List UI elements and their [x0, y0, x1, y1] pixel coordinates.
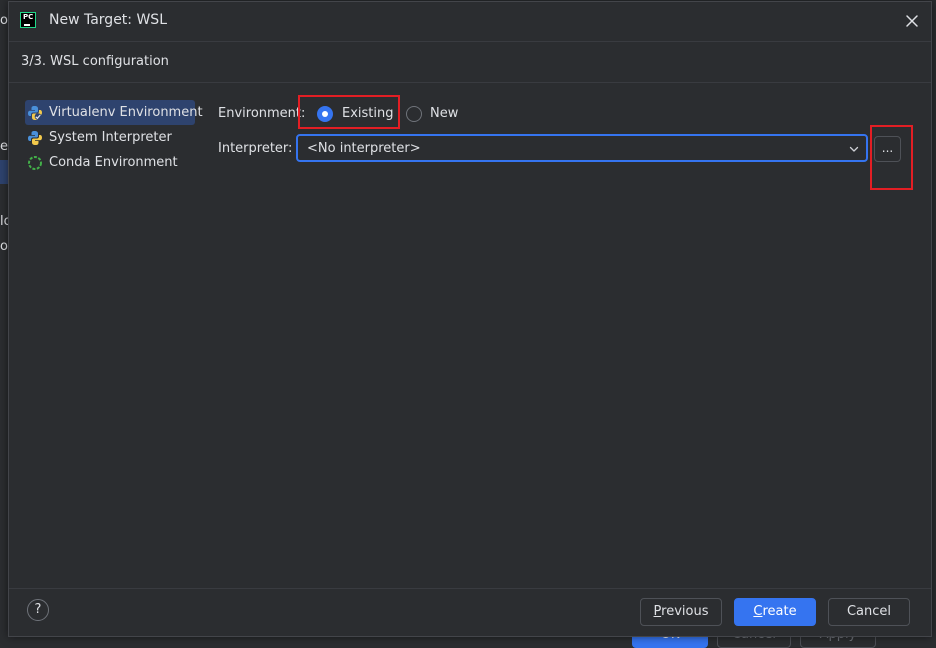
- existing-radio-label[interactable]: Existing: [342, 106, 394, 121]
- previous-button[interactable]: Previous: [640, 598, 722, 626]
- environment-label: Environment:: [218, 106, 306, 121]
- conda-icon: [27, 155, 43, 171]
- new-radio[interactable]: [406, 106, 422, 122]
- window-title: New Target: WSL: [49, 12, 167, 28]
- python-icon: [27, 130, 43, 146]
- interpreter-select[interactable]: <No interpreter>: [296, 134, 868, 162]
- dialog-footer: ? Previous Create Cancel: [9, 588, 931, 636]
- background-text-fragment: o: [0, 13, 8, 28]
- background-text-fragment: o: [0, 239, 8, 254]
- chevron-down-icon: [848, 143, 860, 155]
- background-selected-item: [0, 160, 8, 184]
- interpreter-label: Interpreter:: [218, 141, 293, 156]
- new-radio-label[interactable]: New: [430, 106, 458, 121]
- step-title: 3/3. WSL configuration: [21, 54, 169, 69]
- env-item-conda[interactable]: Conda Environment: [25, 150, 195, 175]
- env-item-label: Virtualenv Environment: [49, 105, 203, 120]
- env-item-label: System Interpreter: [49, 130, 172, 145]
- cancel-button[interactable]: Cancel: [828, 598, 910, 626]
- close-icon: [906, 15, 918, 27]
- create-label-rest: reate: [762, 604, 797, 619]
- create-button[interactable]: Create: [734, 598, 816, 626]
- logo-text: PC: [23, 13, 34, 21]
- virtualenv-icon: [27, 105, 43, 121]
- step-header: 3/3. WSL configuration: [9, 41, 931, 83]
- previous-label-rest: revious: [661, 604, 709, 619]
- existing-radio[interactable]: [317, 106, 333, 122]
- help-button[interactable]: ?: [27, 599, 49, 621]
- close-button[interactable]: [902, 11, 922, 31]
- env-item-label: Conda Environment: [49, 155, 178, 170]
- env-item-system-interpreter[interactable]: System Interpreter: [25, 125, 195, 150]
- title-bar[interactable]: PC New Target: WSL: [9, 2, 931, 40]
- env-item-virtualenv[interactable]: Virtualenv Environment: [25, 100, 203, 125]
- environment-type-list: Virtualenv Environment System Interprete…: [25, 100, 203, 175]
- previous-mnemonic: P: [653, 604, 662, 619]
- pycharm-logo-icon: PC: [20, 12, 36, 28]
- interpreter-select-value: <No interpreter>: [307, 141, 421, 156]
- new-target-dialog: PC New Target: WSL 3/3. WSL configuratio…: [8, 1, 932, 637]
- browse-interpreter-button[interactable]: ...: [874, 136, 901, 162]
